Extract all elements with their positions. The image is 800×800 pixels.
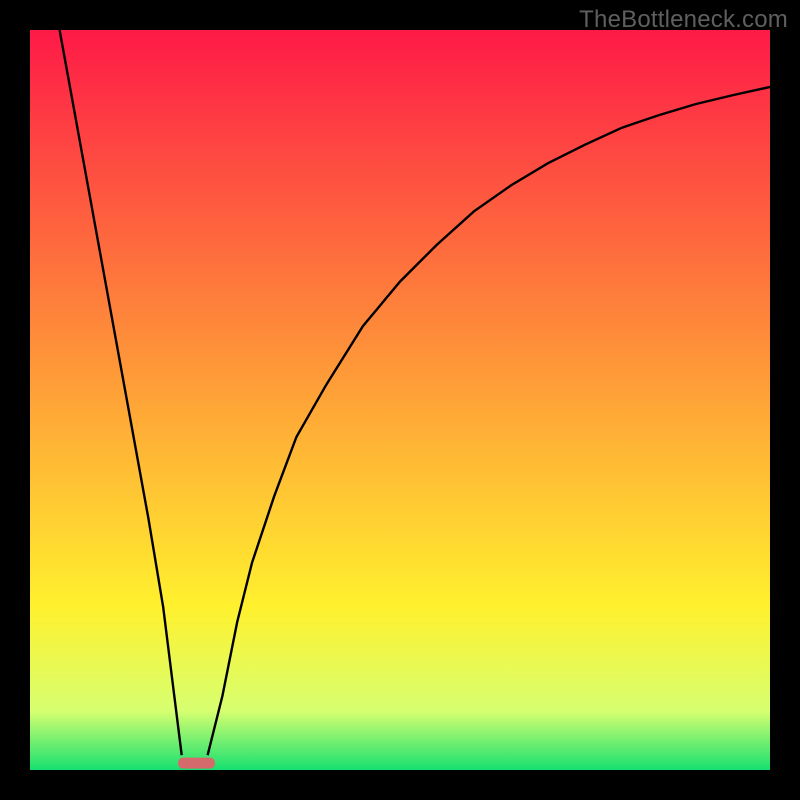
chart-frame: TheBottleneck.com <box>0 0 800 800</box>
minimum-marker <box>178 758 215 769</box>
chart-plot <box>30 30 770 770</box>
gradient-background <box>30 30 770 770</box>
watermark-text: TheBottleneck.com <box>579 6 788 34</box>
